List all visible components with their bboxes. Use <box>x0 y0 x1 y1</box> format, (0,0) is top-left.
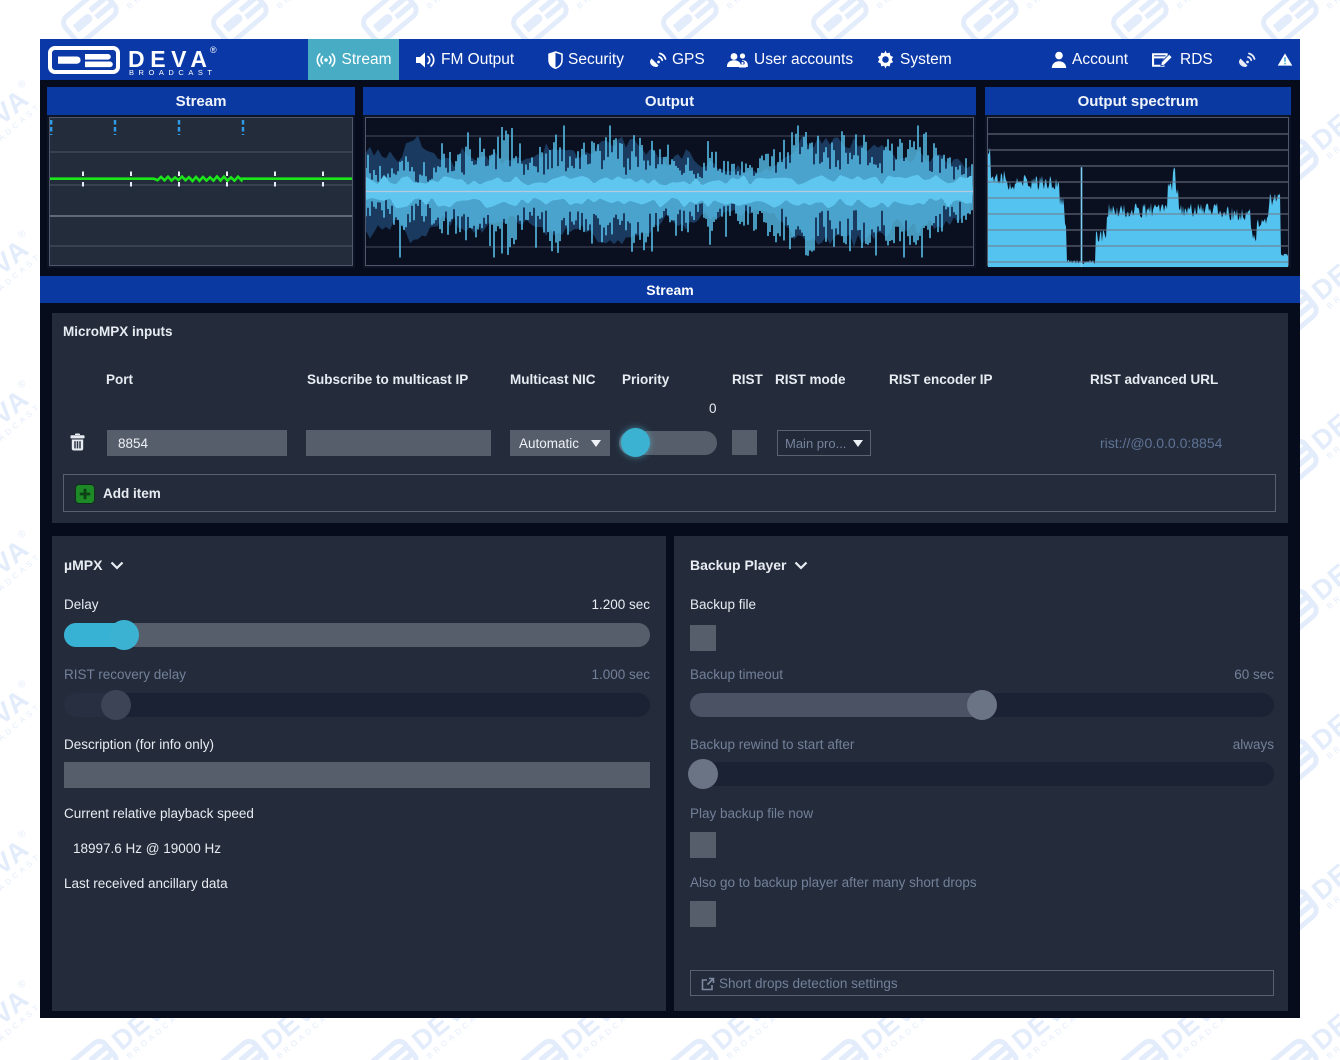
svg-text:BROADCAST: BROADCAST <box>129 68 215 75</box>
svg-text:®: ® <box>210 45 217 55</box>
